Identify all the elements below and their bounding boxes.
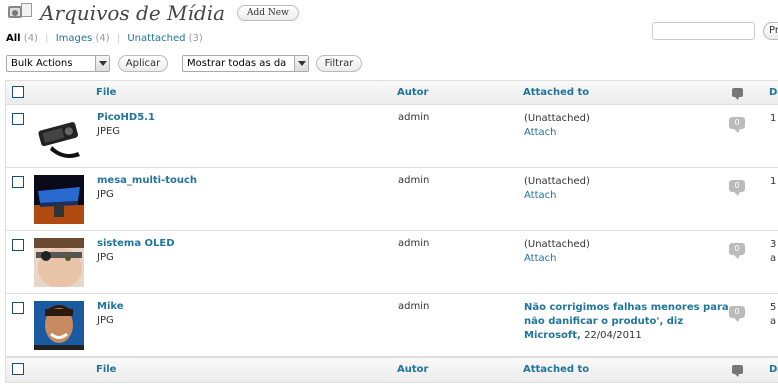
- table-row: PicoHD5.1 JPEG admin (Unattached) Attach…: [6, 105, 778, 168]
- column-attached-to[interactable]: Attached to: [523, 87, 589, 98]
- chevron-down-icon: [294, 56, 308, 71]
- attached-to: (Unattached) Attach: [524, 175, 734, 203]
- media-thumbnail-portrait[interactable]: [34, 301, 84, 350]
- filter-button[interactable]: Filtrar: [316, 55, 362, 72]
- filter-all-link[interactable]: All: [6, 33, 21, 44]
- row-checkbox[interactable]: [12, 176, 24, 188]
- search-input[interactable]: [652, 22, 755, 40]
- filter-all-count: (4): [23, 33, 38, 44]
- filter-unattached-count: (3): [188, 33, 203, 44]
- table-footer: File Autor Attached to Da: [6, 357, 778, 382]
- column-date[interactable]: Da: [769, 87, 778, 98]
- page-header: Arquivos de Mídia Add New: [6, 0, 299, 26]
- media-library-icon: [6, 3, 34, 23]
- row-checkbox[interactable]: [12, 113, 24, 125]
- comment-count-bubble[interactable]: 0: [729, 306, 745, 322]
- author: admin: [398, 175, 430, 186]
- select-all-checkbox[interactable]: [12, 86, 24, 98]
- media-thumbnail-oled-glasses[interactable]: [34, 238, 84, 287]
- author: admin: [398, 112, 430, 123]
- chevron-down-icon: [95, 56, 109, 71]
- media-table: File Autor Attached to Da PicoHD5.1 JPEG…: [5, 80, 778, 383]
- media-thumbnail-multitouch-table[interactable]: [34, 175, 84, 224]
- page-title: Arquivos de Mídia: [40, 1, 226, 25]
- attached-to: Não corrigimos falhas menores para não d…: [524, 301, 734, 343]
- date: 1: [770, 176, 777, 187]
- filter-images-count: (4): [95, 33, 110, 44]
- column-date-footer[interactable]: Da: [769, 364, 778, 375]
- attach-link[interactable]: Attach: [524, 126, 734, 140]
- filter-images-link[interactable]: Images: [56, 33, 93, 44]
- date-line-2: a: [770, 316, 777, 327]
- attach-link[interactable]: Attach: [524, 189, 734, 203]
- date-line-1: 5: [770, 302, 777, 313]
- table-row: mesa_multi-touch JPG admin (Unattached) …: [6, 168, 778, 231]
- file-type: JPG: [97, 315, 114, 326]
- author: admin: [398, 301, 430, 312]
- file-name-link[interactable]: PicoHD5.1: [97, 112, 155, 123]
- row-checkbox[interactable]: [12, 239, 24, 251]
- bulk-actions-select[interactable]: Bulk Actions: [6, 55, 110, 72]
- date-line-2: a: [770, 253, 777, 264]
- attached-status: (Unattached): [524, 113, 590, 124]
- file-type: JPEG: [97, 126, 121, 137]
- author: admin: [398, 238, 430, 249]
- attached-post-date: 22/04/2011: [584, 330, 642, 341]
- file-type: JPG: [97, 189, 114, 200]
- attached-status: (Unattached): [524, 176, 590, 187]
- comment-count-bubble[interactable]: 0: [729, 180, 745, 196]
- column-author-footer[interactable]: Autor: [397, 364, 428, 375]
- date: 5 a: [770, 301, 776, 329]
- date: 3 a: [770, 238, 776, 266]
- comments-icon: [732, 365, 743, 377]
- column-author[interactable]: Autor: [397, 87, 428, 98]
- filter-unattached-link[interactable]: Unattached: [127, 33, 185, 44]
- select-all-checkbox-footer[interactable]: [12, 363, 24, 375]
- search-button[interactable]: Pr: [763, 22, 778, 40]
- add-new-button[interactable]: Add New: [237, 5, 299, 21]
- attach-link[interactable]: Attach: [524, 252, 734, 266]
- media-filter-links: All (4) | Images (4) | Unattached (3): [6, 33, 203, 44]
- comment-count-bubble[interactable]: 0: [729, 117, 745, 133]
- comments-icon: [732, 88, 743, 100]
- date-line-1: 3: [770, 239, 777, 250]
- row-checkbox[interactable]: [12, 302, 24, 314]
- file-name-link[interactable]: Mike: [97, 301, 124, 312]
- bulk-actions-value: Bulk Actions: [11, 58, 73, 69]
- file-name-link[interactable]: sistema OLED: [97, 238, 175, 249]
- date-filter-value: Mostrar todas as da: [187, 58, 287, 69]
- table-row: sistema OLED JPG admin (Unattached) Atta…: [6, 231, 778, 294]
- column-attached-to-footer[interactable]: Attached to: [523, 364, 589, 375]
- column-file[interactable]: File: [96, 87, 116, 98]
- attached-status: (Unattached): [524, 239, 590, 250]
- apply-button[interactable]: Aplicar: [118, 55, 168, 72]
- attached-to: (Unattached) Attach: [524, 238, 734, 266]
- media-thumbnail-projector[interactable]: [34, 112, 84, 161]
- date: 1: [770, 113, 777, 124]
- table-row: Mike JPG admin Não corrigimos falhas men…: [6, 294, 778, 357]
- date-filter-select[interactable]: Mostrar todas as da: [182, 55, 309, 72]
- table-header: File Autor Attached to Da: [6, 81, 778, 105]
- comment-count-bubble[interactable]: 0: [729, 243, 745, 259]
- attached-to: (Unattached) Attach: [524, 112, 734, 140]
- file-name-link[interactable]: mesa_multi-touch: [97, 175, 197, 186]
- file-type: JPG: [97, 252, 114, 263]
- column-file-footer[interactable]: File: [96, 364, 116, 375]
